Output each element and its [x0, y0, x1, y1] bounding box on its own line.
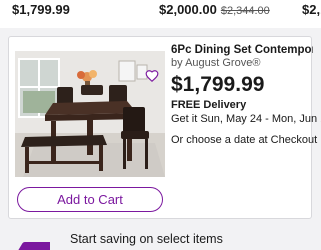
far-product-price[interactable]: $2,1: [302, 2, 321, 17]
prev-product-price[interactable]: $1,799.99: [12, 2, 70, 17]
add-to-cart-button[interactable]: Add to Cart: [17, 187, 163, 212]
next-product-was-price: $2,344.00: [220, 5, 270, 17]
heart-outline-icon[interactable]: [145, 69, 159, 83]
promo-text: Start saving on select items: [70, 232, 223, 246]
product-brand[interactable]: by August Grove®: [171, 57, 313, 70]
delivery-label: FREE Delivery: [171, 99, 247, 111]
promo-banner[interactable]: Start saving on select items: [0, 226, 321, 250]
delivery-alt-option: Or choose a date at Checkout: [171, 134, 318, 146]
product-info: 6Pc Dining Set Contemporary Farmhou... b…: [171, 43, 321, 148]
carousel-strip: $1,799.99 $2,000.00$2,344.00 $2,1: [0, 0, 321, 28]
tag-icon: [18, 242, 50, 250]
product-title[interactable]: 6Pc Dining Set Contemporary Farmhou...: [171, 43, 313, 57]
next-product-price[interactable]: $2,000.00 $2,344.00: [159, 2, 270, 17]
page: $1,799.99 $2,000.00$2,344.00 $2,1: [0, 0, 321, 250]
product-card[interactable]: 6Pc Dining Set Contemporary Farmhou... b…: [8, 36, 321, 219]
product-price: $1,799.99: [171, 73, 265, 96]
product-image[interactable]: [15, 51, 165, 203]
dining-set-photo: [15, 51, 165, 177]
next-product-sale-price: $2,000.00: [159, 2, 217, 17]
delivery-eta: Get it Sun, May 24 - Mon, Jun 1: [171, 113, 321, 125]
